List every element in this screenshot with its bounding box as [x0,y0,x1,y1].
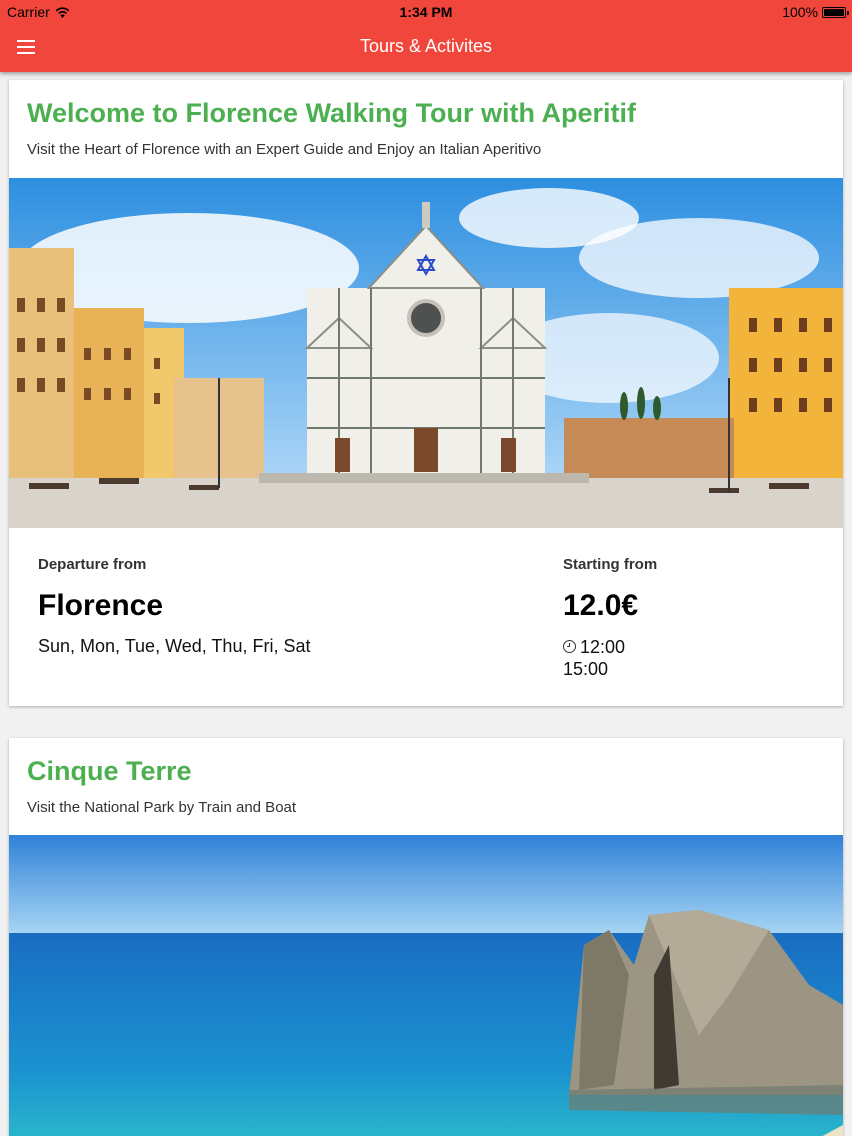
status-bar: Carrier 1:34 PM 100% [0,0,852,24]
tour-card[interactable]: Welcome to Florence Walking Tour with Ap… [9,80,843,706]
battery-percent: 100% [782,4,818,20]
departure-city: Florence [38,589,164,622]
departure-label: Departure from [38,556,147,573]
tour-time: 12:00 [580,637,626,657]
tour-image[interactable] [9,178,843,528]
app-bar: Tours & Activites [0,24,852,72]
battery-indicator: 100% [782,4,849,20]
battery-icon [822,6,849,18]
tour-subtitle: Visit the National Park by Train and Boa… [27,799,297,816]
tour-times: 12:00 15:00 [563,636,625,680]
tour-price: 12.0€ [563,589,639,622]
clock-icon [563,640,576,653]
tour-subtitle: Visit the Heart of Florence with an Expe… [27,141,542,158]
cinque-terre-sea-rocks-photo [9,835,843,1136]
tour-image[interactable] [9,835,843,1136]
tour-title[interactable]: Cinque Terre [27,756,192,787]
florence-santa-croce-photo [9,178,843,528]
status-time: 1:34 PM [399,4,453,20]
tour-card[interactable]: Cinque Terre Visit the National Park by … [9,738,843,1136]
top-bar: Carrier 1:34 PM 100% Tours & Activites [0,0,852,72]
tour-info: Departure from Florence Sun, Mon, Tue, W… [9,528,843,706]
price-label: Starting from [563,556,658,573]
tour-days: Sun, Mon, Tue, Wed, Thu, Fri, Sat [38,636,311,656]
tour-title[interactable]: Welcome to Florence Walking Tour with Ap… [27,98,636,129]
app-title: Tours & Activites [359,36,493,56]
tour-time: 15:00 [563,659,609,679]
